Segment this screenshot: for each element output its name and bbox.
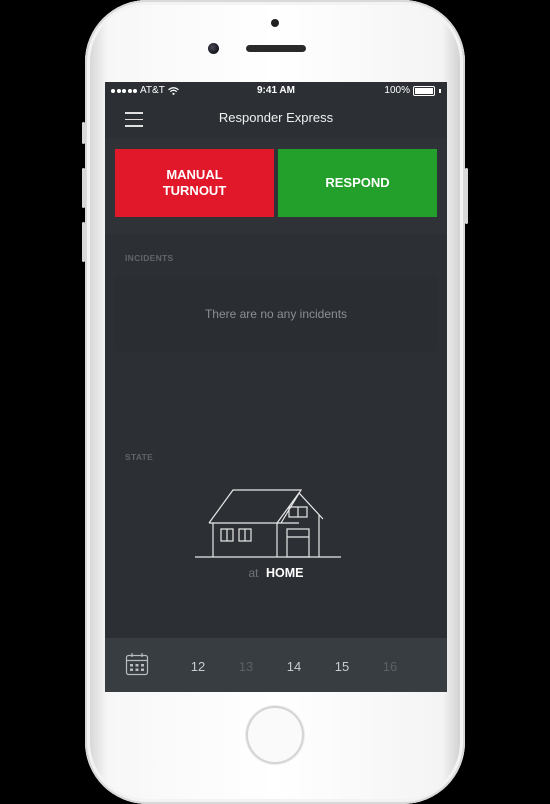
- date-item[interactable]: 15: [330, 659, 354, 674]
- date-item[interactable]: 14: [282, 659, 306, 674]
- calendar-icon[interactable]: [125, 652, 149, 676]
- battery-tip: [439, 88, 441, 93]
- app-title: Responder Express: [218, 110, 334, 125]
- power-button: [465, 168, 468, 224]
- house-icon: [195, 489, 341, 558]
- proximity-sensor: [271, 19, 279, 27]
- state-prefix: at: [248, 566, 259, 580]
- date-item[interactable]: 13: [234, 659, 258, 674]
- incidents-empty-message: There are no any incidents: [204, 307, 348, 321]
- state-value: HOME: [266, 566, 304, 580]
- date-item[interactable]: 12: [186, 659, 210, 674]
- state-section-label: STATE: [125, 452, 154, 462]
- battery-icon: [413, 85, 435, 96]
- home-button[interactable]: [246, 706, 304, 764]
- volume-up-button: [82, 168, 85, 208]
- volume-down-button: [82, 222, 85, 262]
- date-strip: 12 13 14 15 16: [105, 638, 447, 692]
- earpiece-speaker: [246, 45, 306, 52]
- action-panel: MANUAL TURNOUT RESPOND: [105, 138, 447, 234]
- battery-status: 100%: [384, 85, 441, 96]
- battery-percent: 100%: [384, 85, 410, 96]
- mute-switch: [82, 122, 85, 144]
- app-screen: AT&T 9:41 AM 100% Responder Express MANU…: [105, 82, 447, 692]
- date-item[interactable]: 16: [378, 659, 402, 674]
- navigation-bar: Responder Express: [105, 100, 447, 138]
- front-camera: [208, 43, 219, 54]
- incidents-list: There are no any incidents: [115, 277, 437, 351]
- status-bar: AT&T 9:41 AM 100%: [105, 82, 447, 100]
- manual-turnout-button[interactable]: MANUAL TURNOUT: [115, 149, 274, 217]
- incidents-section-label: INCIDENTS: [125, 253, 174, 263]
- state-status: at HOME: [105, 566, 447, 580]
- respond-button[interactable]: RESPOND: [278, 149, 437, 217]
